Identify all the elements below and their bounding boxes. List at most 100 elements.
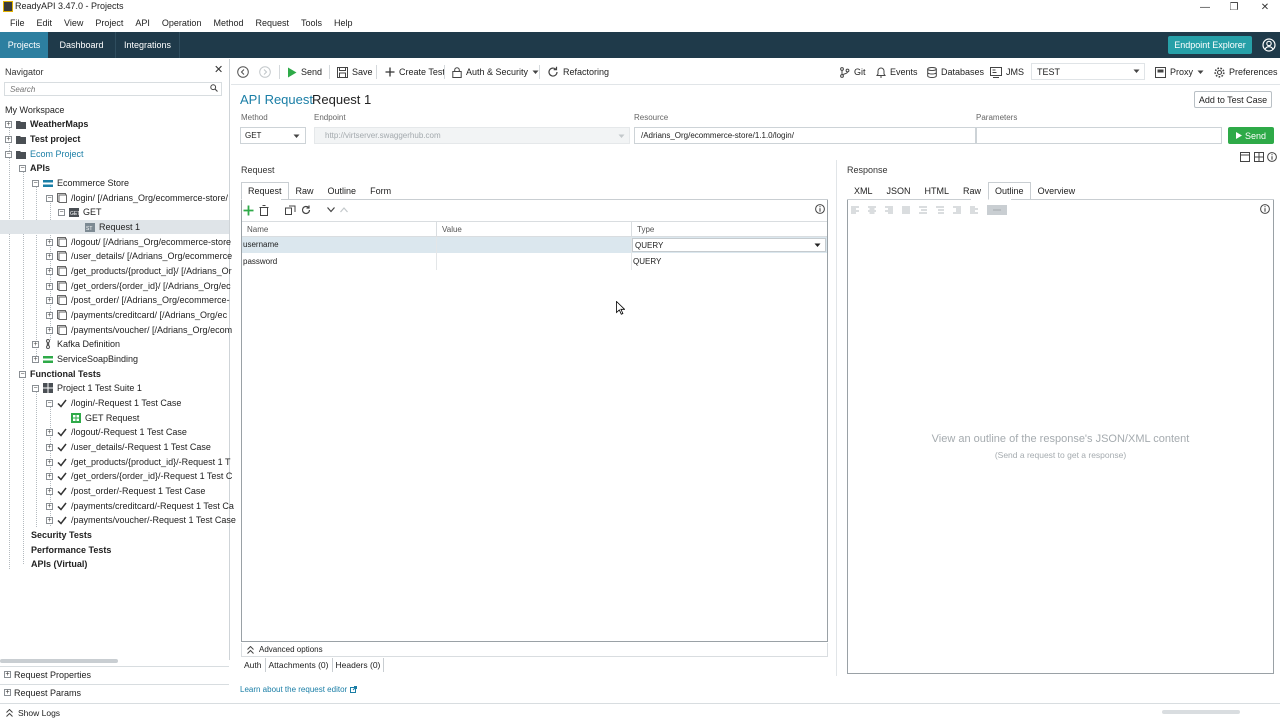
close-icon[interactable]: ✕ xyxy=(1250,0,1280,14)
subtab-headers[interactable]: Headers (0) xyxy=(333,658,385,672)
restore-icon[interactable]: ❐ xyxy=(1219,0,1249,14)
parameters-input[interactable] xyxy=(976,127,1222,144)
close-icon[interactable]: ✕ xyxy=(214,65,224,76)
tab-request[interactable]: Request xyxy=(241,182,289,200)
move-down-icon[interactable] xyxy=(327,207,335,213)
menu-edit[interactable]: Edit xyxy=(31,18,59,28)
tree-item-kafka-definition[interactable]: + Kafka Definition xyxy=(32,337,120,351)
databases-button[interactable]: Databases xyxy=(927,64,984,80)
expand-all-icon[interactable] xyxy=(919,206,927,214)
align-right-icon[interactable] xyxy=(885,206,893,214)
environment-select[interactable]: TEST xyxy=(1031,63,1145,80)
tab-projects[interactable]: Projects xyxy=(0,32,48,58)
collapse-all-icon[interactable] xyxy=(936,206,944,214)
tab-raw[interactable]: Raw xyxy=(956,182,988,200)
tree-item-test-suite[interactable]: − Project 1 Test Suite 1 xyxy=(32,381,142,395)
menu-tools[interactable]: Tools xyxy=(295,18,328,28)
param-name-cell[interactable]: username xyxy=(243,240,279,249)
layout-grid-icon[interactable] xyxy=(1254,152,1264,162)
send-toolbar-button[interactable]: Send xyxy=(287,64,322,80)
auth-security-button[interactable]: Auth & Security xyxy=(452,64,539,80)
column-header-type[interactable]: Type xyxy=(637,225,654,234)
subtab-attachments[interactable]: Attachments (0) xyxy=(266,658,333,672)
tab-outline[interactable]: Outline xyxy=(321,182,364,200)
account-icon[interactable] xyxy=(1262,38,1276,52)
tree-item-get-orders-test-case[interactable]: + /get_orders/{order_id}/-Request 1 Test… xyxy=(46,469,232,483)
layout-tabs-icon[interactable] xyxy=(1240,152,1250,162)
refactoring-button[interactable]: Refactoring xyxy=(547,64,609,80)
resource-input[interactable]: /Adrians_Org/ecommerce-store/1.1.0/login… xyxy=(634,127,976,144)
show-logs-button[interactable]: Show Logs xyxy=(6,708,60,718)
tree-item-user-details-resource[interactable]: + /user_details/ [/Adrians_Org/ecommerce xyxy=(46,249,232,263)
tree-item-ecom-project[interactable]: − Ecom Project xyxy=(5,147,84,161)
panel-splitter[interactable] xyxy=(836,160,837,676)
table-row[interactable]: password QUERY xyxy=(242,254,827,270)
tab-form[interactable]: Form xyxy=(363,182,398,200)
tree-item-apis[interactable]: − APIs xyxy=(19,161,50,175)
tree-item-user-details-test-case[interactable]: + /user_details/-Request 1 Test Case xyxy=(46,440,211,454)
outdent-icon[interactable] xyxy=(970,206,978,214)
tree-item-functional-tests[interactable]: − Functional Tests xyxy=(19,367,101,381)
move-param-icon[interactable] xyxy=(285,205,296,215)
param-type-select[interactable]: QUERY xyxy=(632,238,826,252)
tree-item-apis-virtual[interactable]: APIs (Virtual) xyxy=(31,557,87,571)
navigator-search-input[interactable] xyxy=(4,82,222,96)
tree-item-get-products-test-case[interactable]: + /get_products/{product_id}/-Request 1 … xyxy=(46,455,230,469)
select-path-icon[interactable] xyxy=(987,205,1007,215)
menu-project[interactable]: Project xyxy=(89,18,129,28)
events-button[interactable]: Events xyxy=(876,64,918,80)
tree-item-request-1[interactable]: ST Request 1 xyxy=(0,220,229,234)
tree-item-login-resource[interactable]: − /login/ [/Adrians_Org/ecommerce-store/ xyxy=(46,191,228,205)
tree-item-security-tests[interactable]: Security Tests xyxy=(31,528,92,542)
refresh-icon[interactable] xyxy=(301,205,311,215)
tree-item-logout-test-case[interactable]: + /logout/-Request 1 Test Case xyxy=(46,425,187,439)
forward-button[interactable] xyxy=(259,64,271,80)
menu-file[interactable]: File xyxy=(4,18,31,28)
align-justify-icon[interactable] xyxy=(902,206,910,214)
search-icon[interactable] xyxy=(210,84,218,92)
tab-outline[interactable]: Outline xyxy=(988,182,1031,200)
tab-xml[interactable]: XML xyxy=(847,182,880,200)
menu-method[interactable]: Method xyxy=(207,18,249,28)
subtab-auth[interactable]: Auth xyxy=(241,658,266,672)
param-name-cell[interactable]: password xyxy=(243,257,277,266)
add-to-test-case-button[interactable]: Add to Test Case xyxy=(1194,91,1272,108)
method-select[interactable]: GET xyxy=(240,127,306,144)
save-button[interactable]: Save xyxy=(337,64,373,80)
tree-item-creditcard-resource[interactable]: + /payments/creditcard/ [/Adrians_Org/ec xyxy=(46,308,227,322)
send-button[interactable]: Send xyxy=(1228,127,1274,144)
tab-raw[interactable]: Raw xyxy=(289,182,321,200)
align-center-icon[interactable] xyxy=(868,206,876,214)
menu-api[interactable]: API xyxy=(129,18,156,28)
menu-view[interactable]: View xyxy=(58,18,89,28)
tab-dashboard[interactable]: Dashboard xyxy=(48,32,116,58)
tree-item-post-order-resource[interactable]: + /post_order/ [/Adrians_Org/ecommerce- xyxy=(46,293,230,307)
jms-button[interactable]: JMS xyxy=(990,64,1024,80)
tree-item-login-test-case[interactable]: − /login/-Request 1 Test Case xyxy=(46,396,181,410)
move-up-icon[interactable] xyxy=(340,207,348,213)
request-properties-panel[interactable]: + Request Properties xyxy=(0,666,229,682)
create-test-button[interactable]: Create Test xyxy=(385,64,445,80)
tree-item-get-request-step[interactable]: GET Request xyxy=(71,411,139,425)
tree-item-get-method[interactable]: − GET GET xyxy=(58,205,102,219)
back-button[interactable] xyxy=(237,64,249,80)
menu-help[interactable]: Help xyxy=(328,18,359,28)
proxy-button[interactable]: Proxy xyxy=(1155,64,1204,80)
menu-request[interactable]: Request xyxy=(249,18,295,28)
tab-html[interactable]: HTML xyxy=(918,182,957,200)
tab-integrations[interactable]: Integrations xyxy=(116,32,180,58)
info-icon[interactable] xyxy=(1267,152,1277,162)
tree-item-voucher-test-case[interactable]: + /payments/voucher/-Request 1 Test Case xyxy=(46,513,236,527)
tree-item-test-project[interactable]: + Test project xyxy=(5,132,80,146)
info-icon[interactable] xyxy=(1260,204,1270,214)
delete-param-icon[interactable] xyxy=(259,204,269,216)
info-icon[interactable] xyxy=(815,204,825,214)
status-scrollbar[interactable] xyxy=(1162,710,1240,714)
tree-item-weathermaps[interactable]: + WeatherMaps xyxy=(5,117,88,131)
tab-overview[interactable]: Overview xyxy=(1031,182,1083,200)
column-header-value[interactable]: Value xyxy=(442,225,462,234)
git-button[interactable]: Git xyxy=(839,64,866,80)
learn-request-editor-link[interactable]: Learn about the request editor xyxy=(240,685,358,694)
menu-operation[interactable]: Operation xyxy=(156,18,208,28)
tree-item-get-products-resource[interactable]: + /get_products/{product_id}/ [/Adrians_… xyxy=(46,264,232,278)
